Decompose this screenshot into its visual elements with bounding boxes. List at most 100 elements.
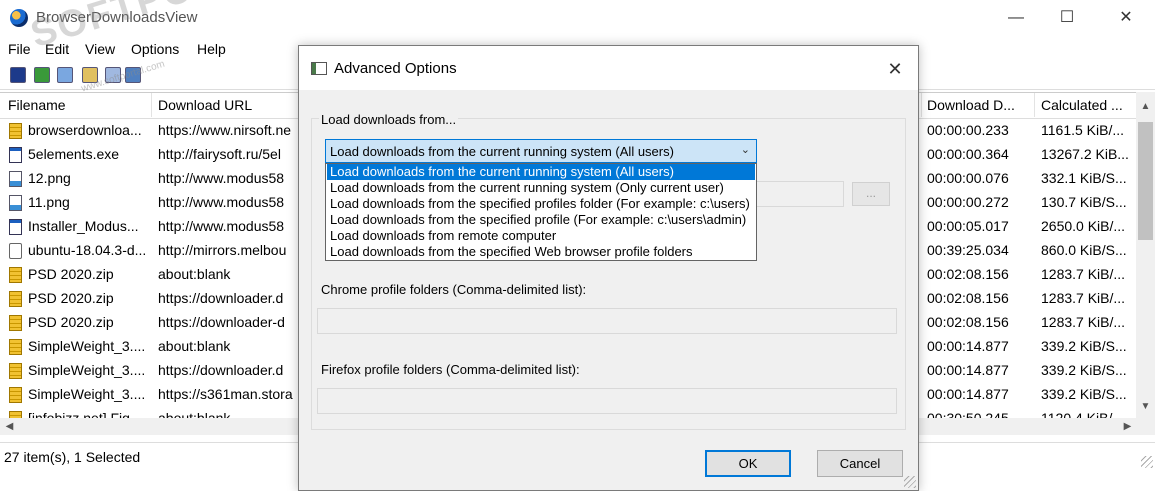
vertical-scrollbar[interactable]: ▲ ▼ bbox=[1136, 92, 1155, 418]
cell-calculated-speed: 1283.7 KiB/... bbox=[1041, 290, 1126, 306]
file-type-icon bbox=[9, 267, 22, 283]
cell-download-url: https://s361man.stora bbox=[158, 386, 293, 402]
menu-file[interactable]: File bbox=[8, 41, 31, 57]
close-button[interactable]: ✕ bbox=[1103, 0, 1149, 36]
minimize-button[interactable]: — bbox=[993, 0, 1039, 36]
cell-download-duration: 00:00:14.877 bbox=[927, 338, 1009, 354]
cell-calculated-speed: 13267.2 KiB... bbox=[1041, 146, 1129, 162]
resize-grip-icon[interactable] bbox=[1141, 456, 1153, 468]
cell-download-url: https://www.nirsoft.ne bbox=[158, 122, 292, 138]
cell-download-duration: 00:02:08.156 bbox=[927, 314, 1009, 330]
cell-download-duration: 00:00:14.877 bbox=[927, 362, 1009, 378]
dropdown-option-all-users[interactable]: Load downloads from the current running … bbox=[327, 164, 755, 180]
cell-calculated-speed: 1283.7 KiB/... bbox=[1041, 314, 1126, 330]
column-separator[interactable] bbox=[921, 93, 922, 117]
dropdown-option-browser-profile-folders[interactable]: Load downloads from the specified Web br… bbox=[327, 244, 755, 260]
refresh-icon[interactable] bbox=[34, 67, 50, 83]
menu-help[interactable]: Help bbox=[197, 41, 226, 57]
cell-download-url: https://downloader.d bbox=[158, 290, 284, 306]
chrome-profile-label: Chrome profile folders (Comma-delimited … bbox=[321, 282, 587, 297]
file-type-icon bbox=[9, 195, 22, 211]
column-calculated-speed[interactable]: Calculated ... bbox=[1041, 97, 1123, 113]
cell-download-url: http://www.modus58 bbox=[158, 218, 285, 234]
combo-selected-value: Load downloads from the current running … bbox=[330, 144, 674, 159]
cell-download-duration: 00:00:00.233 bbox=[927, 122, 1009, 138]
chrome-profile-input bbox=[317, 308, 897, 334]
file-type-icon bbox=[9, 291, 22, 307]
dialog-title: Advanced Options bbox=[334, 60, 457, 77]
chevron-down-icon[interactable]: ⌄ bbox=[741, 143, 750, 156]
cell-filename: 11.png bbox=[28, 194, 70, 210]
dropdown-option-remote-computer[interactable]: Load downloads from remote computer bbox=[327, 228, 755, 244]
cell-filename: ubuntu-18.04.3-d... bbox=[28, 242, 147, 258]
cell-download-duration: 00:30:50.245 bbox=[927, 410, 1009, 418]
cell-download-url: http://www.modus58 bbox=[158, 170, 285, 186]
cell-download-duration: 00:00:00.272 bbox=[927, 194, 1009, 210]
scroll-up-arrow-icon[interactable]: ▲ bbox=[1136, 98, 1155, 115]
load-source-dropdown-list[interactable]: Load downloads from the current running … bbox=[325, 163, 757, 261]
cell-calculated-speed: 130.7 KiB/S... bbox=[1041, 194, 1127, 210]
cell-download-duration: 00:02:08.156 bbox=[927, 290, 1009, 306]
column-separator[interactable] bbox=[1034, 93, 1035, 117]
cell-filename: browserdownloa... bbox=[28, 122, 142, 138]
cell-filename: [infobizz.net] Fig... bbox=[28, 410, 142, 418]
menu-view[interactable]: View bbox=[85, 41, 115, 57]
cell-download-duration: 00:00:05.017 bbox=[927, 218, 1009, 234]
load-source-combobox[interactable]: Load downloads from the current running … bbox=[325, 139, 757, 163]
cell-filename: 5elements.exe bbox=[28, 146, 120, 162]
dropdown-option-profiles-folder[interactable]: Load downloads from the specified profil… bbox=[327, 196, 755, 212]
vertical-scroll-thumb[interactable] bbox=[1138, 122, 1153, 240]
dialog-close-button[interactable]: ✕ bbox=[882, 56, 908, 82]
dialog-resize-grip-icon[interactable] bbox=[904, 476, 916, 488]
cell-download-duration: 00:00:14.877 bbox=[927, 386, 1009, 402]
file-type-icon bbox=[9, 123, 22, 139]
file-type-icon bbox=[9, 363, 22, 379]
group-label: Load downloads from... bbox=[319, 112, 459, 127]
cell-calculated-speed: 332.1 KiB/S... bbox=[1041, 170, 1127, 186]
ok-button[interactable]: OK bbox=[705, 450, 791, 477]
app-globe-icon bbox=[10, 9, 28, 27]
cell-download-url: http://www.modus58 bbox=[158, 194, 285, 210]
cell-download-duration: 00:00:00.364 bbox=[927, 146, 1009, 162]
cell-download-url: http://fairysoft.ru/5el bbox=[158, 146, 281, 162]
scroll-right-arrow-icon[interactable]: ▶ bbox=[1118, 418, 1137, 435]
file-type-icon bbox=[9, 339, 22, 355]
browse-button: ... bbox=[852, 182, 890, 206]
cell-filename: PSD 2020.zip bbox=[28, 314, 114, 330]
file-type-icon bbox=[9, 387, 22, 403]
cell-download-url: https://downloader.d bbox=[158, 362, 284, 378]
menu-options[interactable]: Options bbox=[131, 41, 179, 57]
file-type-icon bbox=[9, 219, 22, 235]
column-filename[interactable]: Filename bbox=[8, 97, 66, 113]
column-download-duration[interactable]: Download D... bbox=[927, 97, 1015, 113]
cell-calculated-speed: 1161.5 KiB/... bbox=[1041, 122, 1125, 138]
cell-calculated-speed: 1283.7 KiB/... bbox=[1041, 266, 1126, 282]
cell-filename: SimpleWeight_3.... bbox=[28, 338, 146, 354]
column-download-url[interactable]: Download URL bbox=[158, 97, 252, 113]
scroll-left-arrow-icon[interactable]: ◀ bbox=[0, 418, 19, 435]
cell-filename: SimpleWeight_3.... bbox=[28, 362, 146, 378]
cell-download-duration: 00:02:08.156 bbox=[927, 266, 1009, 282]
dialog-window-icon bbox=[311, 62, 327, 75]
save-icon[interactable] bbox=[10, 67, 26, 83]
dropdown-option-profile[interactable]: Load downloads from the specified profil… bbox=[327, 212, 755, 228]
cancel-button[interactable]: Cancel bbox=[817, 450, 903, 477]
column-separator[interactable] bbox=[151, 93, 152, 117]
dropdown-option-current-user[interactable]: Load downloads from the current running … bbox=[327, 180, 755, 196]
cell-calculated-speed: 339.2 KiB/S... bbox=[1041, 362, 1127, 378]
file-type-icon bbox=[9, 315, 22, 331]
cell-calculated-speed: 2650.0 KiB/... bbox=[1041, 218, 1126, 234]
file-type-icon bbox=[9, 147, 22, 163]
cell-download-url: about:blank bbox=[158, 338, 231, 354]
advanced-options-dialog: Advanced Options ✕ Load downloads from..… bbox=[298, 45, 919, 491]
firefox-profile-input bbox=[317, 388, 897, 414]
cell-download-url: about:blank bbox=[158, 410, 231, 418]
cell-filename: SimpleWeight_3.... bbox=[28, 386, 146, 402]
file-type-icon bbox=[9, 171, 22, 187]
status-item-count: 27 item(s), 1 Selected bbox=[4, 449, 141, 465]
file-type-icon bbox=[9, 243, 22, 259]
maximize-button[interactable]: ☐ bbox=[1044, 0, 1090, 36]
cell-filename: PSD 2020.zip bbox=[28, 290, 114, 306]
scroll-down-arrow-icon[interactable]: ▼ bbox=[1136, 398, 1155, 415]
copy-icon[interactable] bbox=[57, 67, 73, 83]
